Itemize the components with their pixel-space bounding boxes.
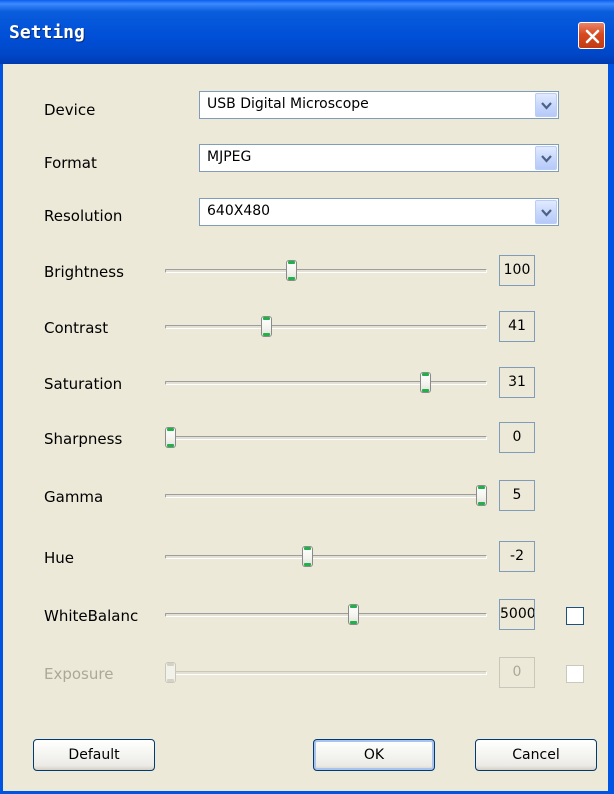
close-button[interactable]: [578, 22, 605, 49]
resolution-label: Resolution: [44, 207, 123, 225]
sharpness-label: Sharpness: [44, 430, 123, 448]
device-dropdown-button[interactable]: [535, 93, 557, 117]
brightness-value[interactable]: 100: [499, 255, 535, 286]
contrast-value[interactable]: 41: [499, 311, 535, 342]
gamma-slider[interactable]: [165, 477, 487, 513]
exposure-slider: [165, 654, 487, 690]
format-label: Format: [44, 154, 97, 172]
whitebalance-slider[interactable]: [165, 596, 487, 632]
resolution-select[interactable]: 640X480: [199, 198, 559, 226]
exposure-label: Exposure: [44, 665, 114, 683]
format-select[interactable]: MJPEG: [199, 144, 559, 172]
contrast-slider-thumb[interactable]: [261, 316, 272, 337]
hue-slider[interactable]: [165, 538, 487, 574]
whitebalance-auto-checkbox[interactable]: [566, 607, 584, 625]
window-title: Setting: [9, 22, 85, 43]
saturation-slider[interactable]: [165, 364, 487, 400]
device-value: USB Digital Microscope: [207, 96, 369, 112]
exposure-slider-thumb: [165, 662, 176, 683]
setting-window: Setting Device USB Digital Microscope Fo…: [0, 0, 614, 794]
format-value: MJPEG: [207, 149, 252, 165]
gamma-slider-thumb[interactable]: [476, 485, 487, 506]
hue-value[interactable]: -2: [499, 541, 535, 572]
exposure-auto-checkbox: [566, 665, 584, 683]
whitebalance-label: WhiteBalanc: [44, 607, 139, 625]
chevron-down-icon: [541, 209, 552, 217]
chevron-down-icon: [541, 102, 552, 110]
whitebalance-slider-thumb[interactable]: [348, 604, 359, 625]
exposure-value: 0: [499, 657, 535, 688]
saturation-slider-thumb[interactable]: [420, 372, 431, 393]
brightness-slider-thumb[interactable]: [286, 260, 297, 281]
cancel-button[interactable]: Cancel: [475, 739, 597, 771]
contrast-slider[interactable]: [165, 308, 487, 344]
format-dropdown-button[interactable]: [535, 146, 557, 170]
chevron-down-icon: [541, 155, 552, 163]
saturation-value[interactable]: 31: [499, 367, 535, 398]
brightness-slider[interactable]: [165, 252, 487, 288]
dialog-body: Device USB Digital Microscope Format MJP…: [3, 64, 608, 791]
hue-slider-thumb[interactable]: [302, 546, 313, 567]
gamma-value[interactable]: 5: [499, 480, 535, 511]
gamma-label: Gamma: [44, 488, 104, 506]
default-button[interactable]: Default: [33, 739, 155, 771]
resolution-value: 640X480: [207, 203, 271, 219]
ok-button[interactable]: OK: [313, 739, 435, 771]
sharpness-slider-thumb[interactable]: [165, 427, 176, 448]
sharpness-value[interactable]: 0: [499, 422, 535, 453]
resolution-dropdown-button[interactable]: [535, 200, 557, 224]
saturation-label: Saturation: [44, 375, 123, 393]
sharpness-slider[interactable]: [165, 419, 487, 455]
device-label: Device: [44, 101, 96, 119]
hue-label: Hue: [44, 549, 75, 567]
close-icon: [585, 29, 600, 44]
contrast-label: Contrast: [44, 319, 109, 337]
device-select[interactable]: USB Digital Microscope: [199, 91, 559, 119]
title-bar[interactable]: Setting: [0, 0, 614, 64]
brightness-label: Brightness: [44, 263, 124, 281]
whitebalance-value[interactable]: 5000: [499, 599, 535, 630]
